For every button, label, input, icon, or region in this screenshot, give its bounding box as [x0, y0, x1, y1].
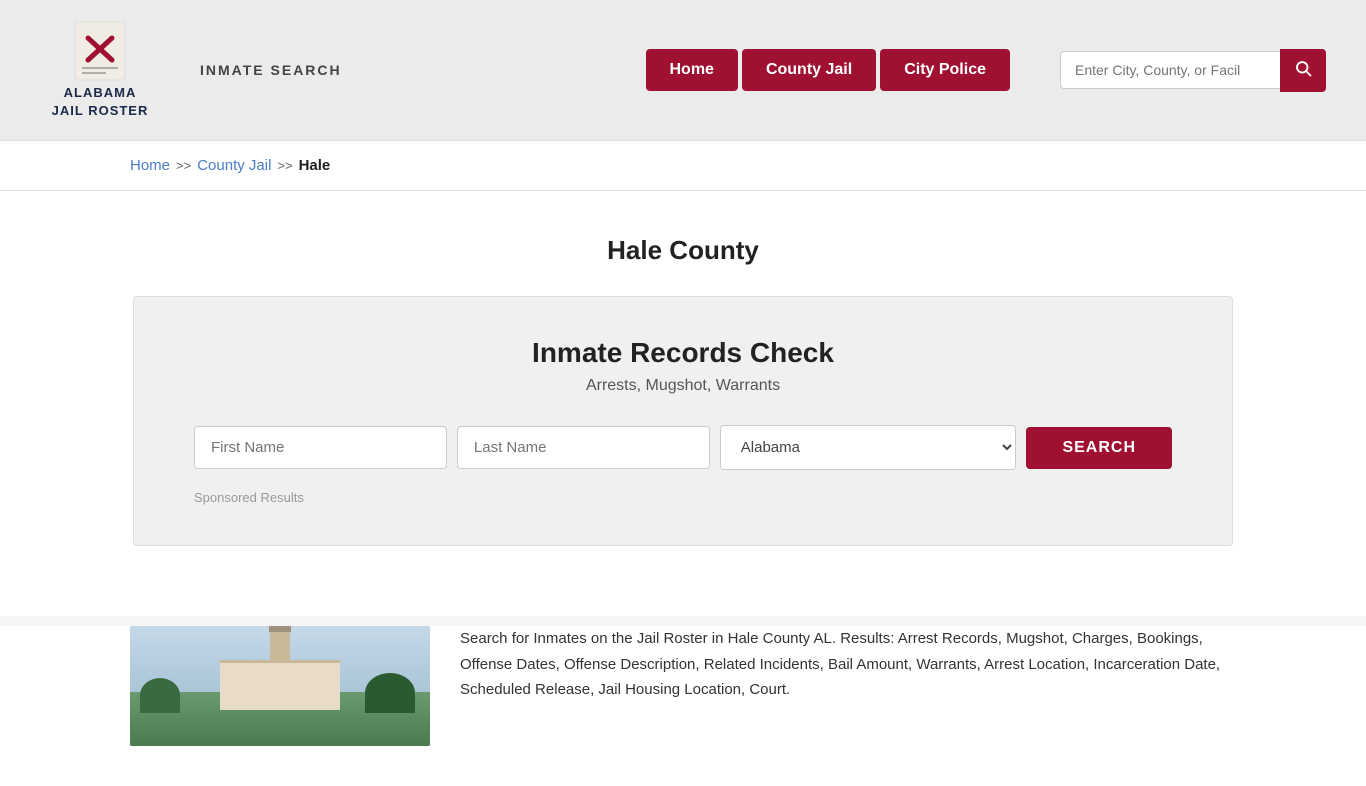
breadcrumb-home[interactable]: Home — [130, 157, 170, 174]
logo-text: ALABAMA JAIL ROSTER — [52, 84, 149, 120]
breadcrumb-separator-1: >> — [176, 158, 191, 173]
records-check-title: Inmate Records Check — [194, 337, 1172, 369]
inmate-search-label: INMATE SEARCH — [200, 62, 342, 78]
breadcrumb-bar: Home >> County Jail >> Hale — [0, 141, 1366, 191]
records-check-box: Inmate Records Check Arrests, Mugshot, W… — [133, 296, 1233, 546]
header-search-area — [1060, 49, 1326, 92]
county-jail-nav-button[interactable]: County Jail — [742, 49, 876, 91]
breadcrumb-current: Hale — [299, 157, 331, 174]
main-content: Hale County Inmate Records Check Arrests… — [0, 191, 1366, 616]
inmate-search-form: AlabamaAlaskaArizonaArkansasCaliforniaCo… — [194, 425, 1172, 470]
first-name-input[interactable] — [194, 426, 447, 469]
building-dome — [269, 626, 291, 632]
search-icon — [1294, 59, 1312, 77]
main-nav: Home County Jail City Police — [646, 49, 1011, 91]
breadcrumb-separator-2: >> — [277, 158, 292, 173]
logo-icon — [70, 20, 130, 80]
breadcrumb: Home >> County Jail >> Hale — [130, 157, 1236, 174]
header-search-input[interactable] — [1060, 51, 1280, 89]
breadcrumb-county-jail[interactable]: County Jail — [197, 157, 271, 174]
building-trees-right — [365, 673, 415, 713]
building-image — [130, 626, 430, 746]
building-trees-left — [140, 678, 180, 713]
header-search-button[interactable] — [1280, 49, 1326, 92]
bottom-section: Search for Inmates on the Jail Roster in… — [0, 626, 1366, 786]
logo-area: ALABAMA JAIL ROSTER — [40, 20, 160, 120]
home-nav-button[interactable]: Home — [646, 49, 738, 91]
page-title: Hale County — [130, 235, 1236, 266]
building-tower — [270, 630, 290, 660]
sponsored-label: Sponsored Results — [194, 490, 1172, 505]
building-structure — [220, 660, 340, 710]
description-text: Search for Inmates on the Jail Roster in… — [460, 626, 1236, 746]
search-submit-button[interactable]: SEARCH — [1026, 427, 1172, 469]
last-name-input[interactable] — [457, 426, 710, 469]
state-select[interactable]: AlabamaAlaskaArizonaArkansasCaliforniaCo… — [720, 425, 1017, 470]
records-check-subtitle: Arrests, Mugshot, Warrants — [194, 377, 1172, 395]
city-police-nav-button[interactable]: City Police — [880, 49, 1010, 91]
site-header: ALABAMA JAIL ROSTER INMATE SEARCH Home C… — [0, 0, 1366, 141]
